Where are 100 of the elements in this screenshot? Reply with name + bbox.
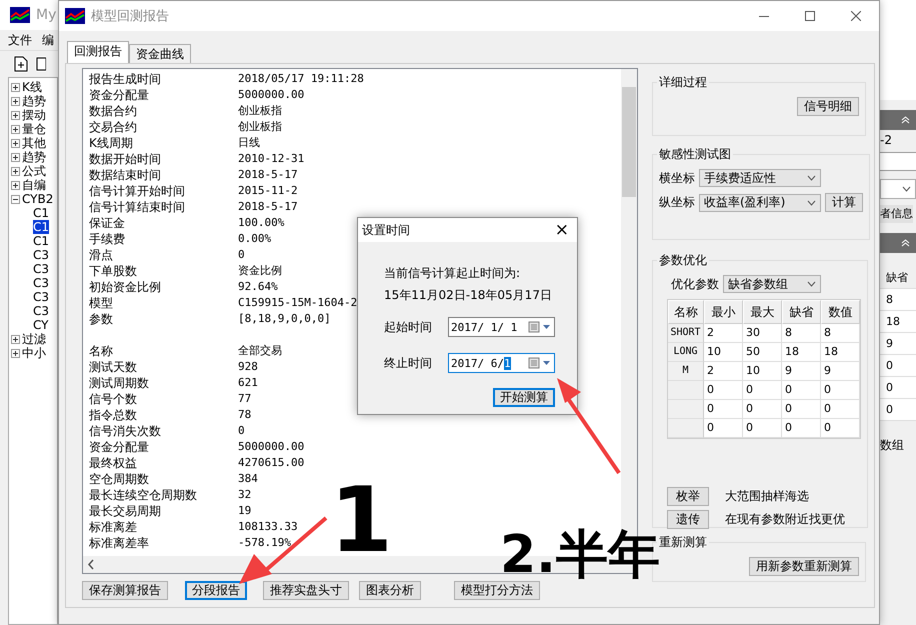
tree-item[interactable]: 量仓 xyxy=(22,122,46,136)
tree-item[interactable]: 趋势 xyxy=(22,94,46,108)
expand-icon[interactable] xyxy=(11,334,20,344)
table-cell[interactable]: 0 xyxy=(743,419,782,438)
table-cell[interactable]: 2 xyxy=(704,362,743,381)
tree-item[interactable]: 中小 xyxy=(22,346,46,360)
date-field[interactable]: 2017/ 1/ 1 xyxy=(448,317,555,337)
tree-item[interactable]: 摆动 xyxy=(22,108,46,122)
calendar-icon[interactable] xyxy=(528,321,552,333)
dropdown[interactable]: 缺省参数组 xyxy=(723,275,821,293)
table-cell[interactable]: 0 xyxy=(782,419,821,438)
expand-icon[interactable] xyxy=(11,348,20,358)
tree-item[interactable]: 公式 xyxy=(22,164,46,178)
menu-item[interactable]: 文件 xyxy=(8,32,32,48)
expand-icon[interactable] xyxy=(11,96,20,106)
dropdown[interactable]: 收益率(盈利率) xyxy=(699,194,821,212)
tree-item[interactable]: C3 xyxy=(33,248,50,262)
expand-icon[interactable] xyxy=(11,180,20,190)
detail-button[interactable]: 信号明细 xyxy=(797,97,859,116)
table-cell[interactable]: 2 xyxy=(704,324,743,343)
tree-item[interactable]: C3 xyxy=(33,304,50,318)
report-label: 最终权益 xyxy=(89,455,138,471)
tree-item[interactable]: C3 xyxy=(33,276,50,290)
input-field[interactable] xyxy=(880,152,916,171)
table-cell[interactable]: 8 xyxy=(821,324,860,343)
tree-item[interactable]: 过滤 xyxy=(22,332,46,346)
tree-item[interactable]: 自编 xyxy=(22,178,46,192)
info-text: 当前信号计算起止时间为: xyxy=(384,265,522,282)
scroll-thumb[interactable] xyxy=(622,87,636,197)
start-button[interactable]: 开始测算 xyxy=(493,388,555,407)
collapse-bar[interactable] xyxy=(880,110,916,130)
table-cell[interactable]: 8 xyxy=(782,324,821,343)
menu-item[interactable]: 编 xyxy=(42,32,54,48)
dialog-title: 设置时间 xyxy=(362,222,410,238)
column-header: 缺省 xyxy=(782,300,821,324)
tree-item[interactable]: 其他 xyxy=(22,136,46,150)
field-label: 横坐标 xyxy=(659,170,695,186)
calendar-icon[interactable] xyxy=(528,357,552,369)
tree-item[interactable]: C1 xyxy=(33,220,50,234)
report-value: 0 xyxy=(238,423,245,439)
expand-icon[interactable] xyxy=(11,82,20,92)
recalculate-button[interactable]: 用新参数重新测算 xyxy=(749,557,859,576)
tree-item[interactable]: C1 xyxy=(33,234,50,248)
table-cell[interactable]: 0 xyxy=(704,381,743,400)
table-cell[interactable]: 0 xyxy=(743,400,782,419)
tree-item[interactable]: CYB2 xyxy=(22,192,54,206)
window-icon[interactable] xyxy=(36,57,46,71)
table-cell[interactable]: 9 xyxy=(782,362,821,381)
tree-item[interactable]: CY xyxy=(33,318,48,332)
table-cell[interactable]: 0 xyxy=(704,400,743,419)
method-button[interactable]: 遗传 xyxy=(667,510,709,529)
table-cell[interactable]: 0 xyxy=(743,381,782,400)
method-description: 大范围抽样海选 xyxy=(725,488,809,505)
tree-item[interactable]: 趋势 xyxy=(22,150,46,164)
table-cell[interactable]: 0 xyxy=(821,381,860,400)
table-cell[interactable]: 0 xyxy=(782,400,821,419)
window-title: 模型回测报告 xyxy=(91,8,169,25)
action-button[interactable]: 分段报告 xyxy=(185,581,247,600)
table-cell[interactable]: 30 xyxy=(743,324,782,343)
expand-icon[interactable] xyxy=(11,166,20,176)
table-cell[interactable]: 0 xyxy=(821,400,860,419)
action-button[interactable]: 保存测算报告 xyxy=(82,581,168,600)
close-button[interactable]: × xyxy=(554,222,569,238)
action-button[interactable]: 模型打分方法 xyxy=(454,581,540,600)
table-cell[interactable]: 10 xyxy=(704,343,743,362)
table-cell[interactable]: 18 xyxy=(821,343,860,362)
calculate-button[interactable]: 计算 xyxy=(825,193,863,212)
report-label: 参数 xyxy=(89,311,114,327)
table-cell[interactable]: 0 xyxy=(821,419,860,438)
action-button[interactable]: 推荐实盘头寸 xyxy=(263,581,349,600)
expand-icon[interactable] xyxy=(11,124,20,134)
dropdown[interactable] xyxy=(880,179,916,199)
report-label: 手续费 xyxy=(89,231,126,247)
report-value: C159915-15M-1604-2 xyxy=(238,295,358,311)
tree-item[interactable]: C3 xyxy=(33,262,50,276)
action-button[interactable]: 图表分析 xyxy=(359,581,421,600)
expand-icon[interactable] xyxy=(11,110,20,120)
table-cell[interactable]: 18 xyxy=(782,343,821,362)
report-label: 测试周期数 xyxy=(89,375,150,391)
collapse-bar[interactable] xyxy=(880,233,916,253)
report-value: 5000000.00 xyxy=(238,87,304,103)
close-icon xyxy=(851,11,861,21)
table-cell[interactable]: 0 xyxy=(782,381,821,400)
date-field[interactable]: 2017/ 6/1 xyxy=(448,353,555,373)
tree-item[interactable]: C3 xyxy=(33,290,50,304)
tree-item[interactable]: C1 xyxy=(33,206,50,220)
table-cell[interactable]: 0 xyxy=(704,419,743,438)
tree-item[interactable]: K线 xyxy=(22,80,42,94)
info-button[interactable]: 者信息 xyxy=(880,205,913,223)
tab[interactable]: 资金曲线 xyxy=(129,44,191,64)
dropdown[interactable]: 手续费适应性 xyxy=(699,169,821,187)
table-cell[interactable]: 50 xyxy=(743,343,782,362)
table-cell[interactable]: 10 xyxy=(743,362,782,381)
expand-icon[interactable] xyxy=(11,152,20,162)
method-button[interactable]: 枚举 xyxy=(667,487,709,506)
table-cell[interactable]: 9 xyxy=(821,362,860,381)
new-file-icon[interactable] xyxy=(14,56,28,72)
collapse-icon[interactable] xyxy=(11,194,20,204)
tab[interactable]: 回测报告 xyxy=(67,41,129,63)
expand-icon[interactable] xyxy=(11,138,20,148)
